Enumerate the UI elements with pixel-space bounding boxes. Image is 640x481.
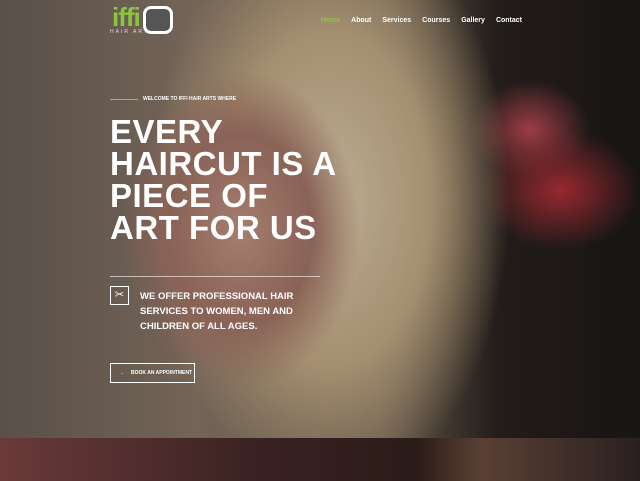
logo-icon[interactable] (143, 6, 173, 34)
nav-gallery[interactable]: Gallery (461, 17, 485, 24)
arrow-right-icon: → (119, 370, 124, 376)
nav-about[interactable]: About (351, 17, 371, 24)
nav-courses[interactable]: Courses (422, 17, 450, 24)
scissors-icon: ✂ (110, 286, 129, 305)
next-section-image (0, 438, 640, 481)
book-appointment-label: BOOK AN APPOINTMENT (131, 370, 193, 376)
logo[interactable]: iffi (112, 4, 141, 30)
book-appointment-button[interactable]: → BOOK AN APPOINTMENT (110, 363, 195, 383)
welcome-text: WELCOME TO IFFI HAIR ARTS WHERE (143, 96, 237, 102)
nav-contact[interactable]: Contact (496, 17, 522, 24)
offer-text: WE OFFER PROFESSIONAL HAIR SERVICES TO W… (140, 291, 294, 332)
accent-divider (110, 99, 138, 100)
main-nav: Home About Services Courses Gallery Cont… (321, 17, 522, 24)
nav-services[interactable]: Services (382, 17, 411, 24)
divider (110, 276, 320, 277)
nav-home[interactable]: Home (321, 17, 340, 24)
hero-headline: EVERY HAIRCUT IS A PIECE OF ART FOR US (110, 113, 336, 246)
